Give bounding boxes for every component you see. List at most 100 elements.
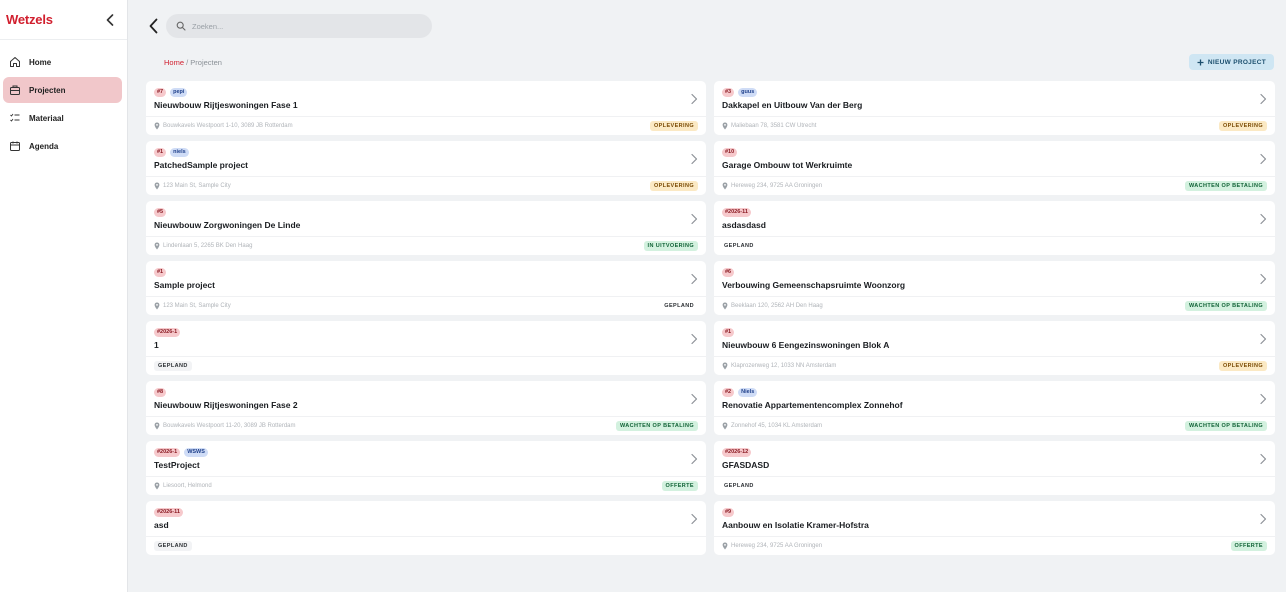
project-tags: #2026-11 (722, 207, 1267, 217)
brand-logo[interactable]: Wetzels (6, 12, 53, 27)
new-project-button[interactable]: NIEUW PROJECT (1188, 54, 1274, 70)
project-title: Nieuwbouw Rijtjeswoningen Fase 2 (154, 400, 298, 410)
project-address-text: 123 Main St, Sample City (163, 183, 231, 189)
collapse-sidebar-button[interactable] (103, 13, 117, 27)
project-address-text: Liesoort, Helmond (163, 483, 212, 489)
status-badge: WACHTEN OP BETALING (1184, 421, 1267, 431)
project-number-badge: #3 (722, 87, 735, 97)
project-card-footer: 123 Main St, Sample City OPLEVERING (146, 176, 706, 195)
project-user-badge: niels (170, 147, 189, 157)
project-address: Maliebaan 78, 3581 CW Utrecht (722, 122, 816, 130)
project-card-footer: Bouwkavels Westpoort 11-20, 3089 JB Rott… (146, 416, 706, 435)
search-icon (176, 21, 186, 31)
breadcrumb-home-link[interactable]: Home (164, 58, 184, 67)
sidebar-item-materiaal[interactable]: Materiaal (3, 105, 122, 131)
sub-bar: Home / Projecten NIEUW PROJECT (128, 50, 1286, 74)
plus-icon (1197, 59, 1204, 65)
chevron-right-icon (1260, 453, 1267, 465)
project-number-badge: #2026-1 (154, 327, 181, 337)
project-grid: #7 pepi Nieuwbouw Rijtjeswoningen Fase 1 Bo… (146, 81, 1276, 555)
project-card-header: #3 guus Dakkapel en Uitbouw Van der Berg (714, 81, 1275, 116)
project-title: asdasdasd (722, 220, 766, 230)
project-number-badge: #6 (722, 267, 735, 277)
project-card-footer: GEPLAND (146, 536, 706, 555)
project-card[interactable]: #3 guus Dakkapel en Uitbouw Van der Berg Ma… (714, 81, 1275, 135)
project-number-badge: #7 (154, 87, 167, 97)
project-card[interactable]: #2026-12 GFASDASD GEPLAND (714, 441, 1275, 495)
project-user-badge: WSWS (184, 447, 208, 457)
sidebar-item-agenda[interactable]: Agenda (3, 133, 122, 159)
project-address: Hereweg 234, 9725 AA Groningen (722, 182, 822, 190)
project-card[interactable]: #1 Sample project 123 Main St, Sample City… (146, 261, 706, 315)
project-title: PatchedSample project (154, 160, 249, 170)
project-card[interactable]: #5 Nieuwbouw Zorgwoningen De Linde Lindenl… (146, 201, 706, 255)
project-card[interactable]: #8 Nieuwbouw Rijtjeswoningen Fase 2 Bouwka… (146, 381, 706, 435)
project-tags: #2026-1 WSWS (154, 447, 698, 457)
sidebar-item-label: Projecten (29, 85, 66, 95)
project-address: Liesoort, Helmond (154, 482, 212, 490)
project-tags: #2026-11 (154, 507, 698, 517)
project-tags: #2 Niels (722, 387, 1267, 397)
sidebar: Wetzels Home Projecten Materiaal Agenda (0, 0, 136, 592)
project-card[interactable]: #10 Garage Ombouw tot Werkruimte Hereweg 2… (714, 141, 1275, 195)
search-bar[interactable] (166, 14, 432, 38)
back-button[interactable] (146, 16, 160, 36)
new-project-label: NIEUW PROJECT (1207, 58, 1266, 66)
project-number-badge: #1 (722, 327, 735, 337)
project-card-header: #2026-1 1 (146, 321, 706, 356)
status-badge: OPLEVERING (649, 121, 698, 131)
project-tags: #2026-12 (722, 447, 1267, 457)
project-address: 123 Main St, Sample City (154, 302, 231, 310)
breadcrumb: Home / Projecten (164, 58, 222, 67)
project-card-header: #10 Garage Ombouw tot Werkruimte (714, 141, 1275, 176)
location-pin-icon (722, 422, 728, 430)
project-card[interactable]: #2 Niels Renovatie Appartementencomplex Zo… (714, 381, 1275, 435)
project-title: Verbouwing Gemeenschapsruimte Woonzorg (722, 280, 906, 290)
project-number-badge: #2 (722, 387, 735, 397)
project-address: Lindenlaan 5, 2265 BK Den Haag (154, 242, 252, 250)
location-pin-icon (154, 482, 160, 490)
project-card[interactable]: #1 Nieuwbouw 6 Eengezinswoningen Blok A Kl… (714, 321, 1275, 375)
chevron-right-icon (1260, 393, 1267, 405)
project-card-footer: Zonnehof 45, 1034 KL Amsterdam WACHTEN OP… (714, 416, 1275, 435)
project-card-header: #1 Nieuwbouw 6 Eengezinswoningen Blok A (714, 321, 1275, 356)
sidebar-item-label: Materiaal (29, 113, 64, 123)
status-badge: GEPLAND (724, 483, 754, 489)
chevron-right-icon (1260, 333, 1267, 345)
status-badge: WACHTEN OP BETALING (615, 421, 698, 431)
project-tags: #5 (154, 207, 698, 217)
project-card[interactable]: #2026-11 asd GEPLAND (146, 501, 706, 555)
sidebar-item-label: Home (29, 57, 52, 67)
status-badge: OPLEVERING (1218, 121, 1267, 131)
chevron-right-icon (1260, 153, 1267, 165)
search-input[interactable] (192, 21, 412, 31)
project-number-badge: #2026-1 (154, 447, 181, 457)
status-badge: OPLEVERING (1218, 361, 1267, 371)
project-card-header: #2026-12 GFASDASD (714, 441, 1275, 476)
project-card[interactable]: #2026-1 WSWS TestProject Liesoort, Helmond O… (146, 441, 706, 495)
status-badge: OPLEVERING (649, 181, 698, 191)
sidebar-item-home[interactable]: Home (3, 49, 122, 75)
checklist-icon (10, 113, 20, 122)
project-title: asd (154, 520, 169, 530)
project-number-badge: #5 (154, 207, 167, 217)
project-card[interactable]: #1 niels PatchedSample project 123 Main St,… (146, 141, 706, 195)
sidebar-item-projecten[interactable]: Projecten (3, 77, 122, 103)
project-title: Nieuwbouw 6 Eengezinswoningen Blok A (722, 340, 890, 350)
home-icon (10, 57, 20, 67)
status-badge: GEPLAND (154, 361, 192, 371)
project-card[interactable]: #2026-11 asdasdasd GEPLAND (714, 201, 1275, 255)
project-card-header: #8 Nieuwbouw Rijtjeswoningen Fase 2 (146, 381, 706, 416)
sidebar-nav: Home Projecten Materiaal Agenda (0, 40, 127, 159)
chevron-left-icon (149, 18, 157, 34)
chevron-right-icon (1260, 273, 1267, 285)
project-card[interactable]: #9 Aanbouw en Isolatie Kramer-Hofstra Here… (714, 501, 1275, 555)
project-card[interactable]: #7 pepi Nieuwbouw Rijtjeswoningen Fase 1 Bo… (146, 81, 706, 135)
project-card-header: #2026-11 asdasdasd (714, 201, 1275, 236)
project-card[interactable]: #2026-1 1 GEPLAND (146, 321, 706, 375)
project-address: Klaprozenweg 12, 1033 NN Amsterdam (722, 362, 836, 370)
chevron-right-icon (691, 333, 698, 345)
project-card[interactable]: #6 Verbouwing Gemeenschapsruimte Woonzorg… (714, 261, 1275, 315)
project-card-header: #9 Aanbouw en Isolatie Kramer-Hofstra (714, 501, 1275, 536)
chevron-right-icon (691, 273, 698, 285)
